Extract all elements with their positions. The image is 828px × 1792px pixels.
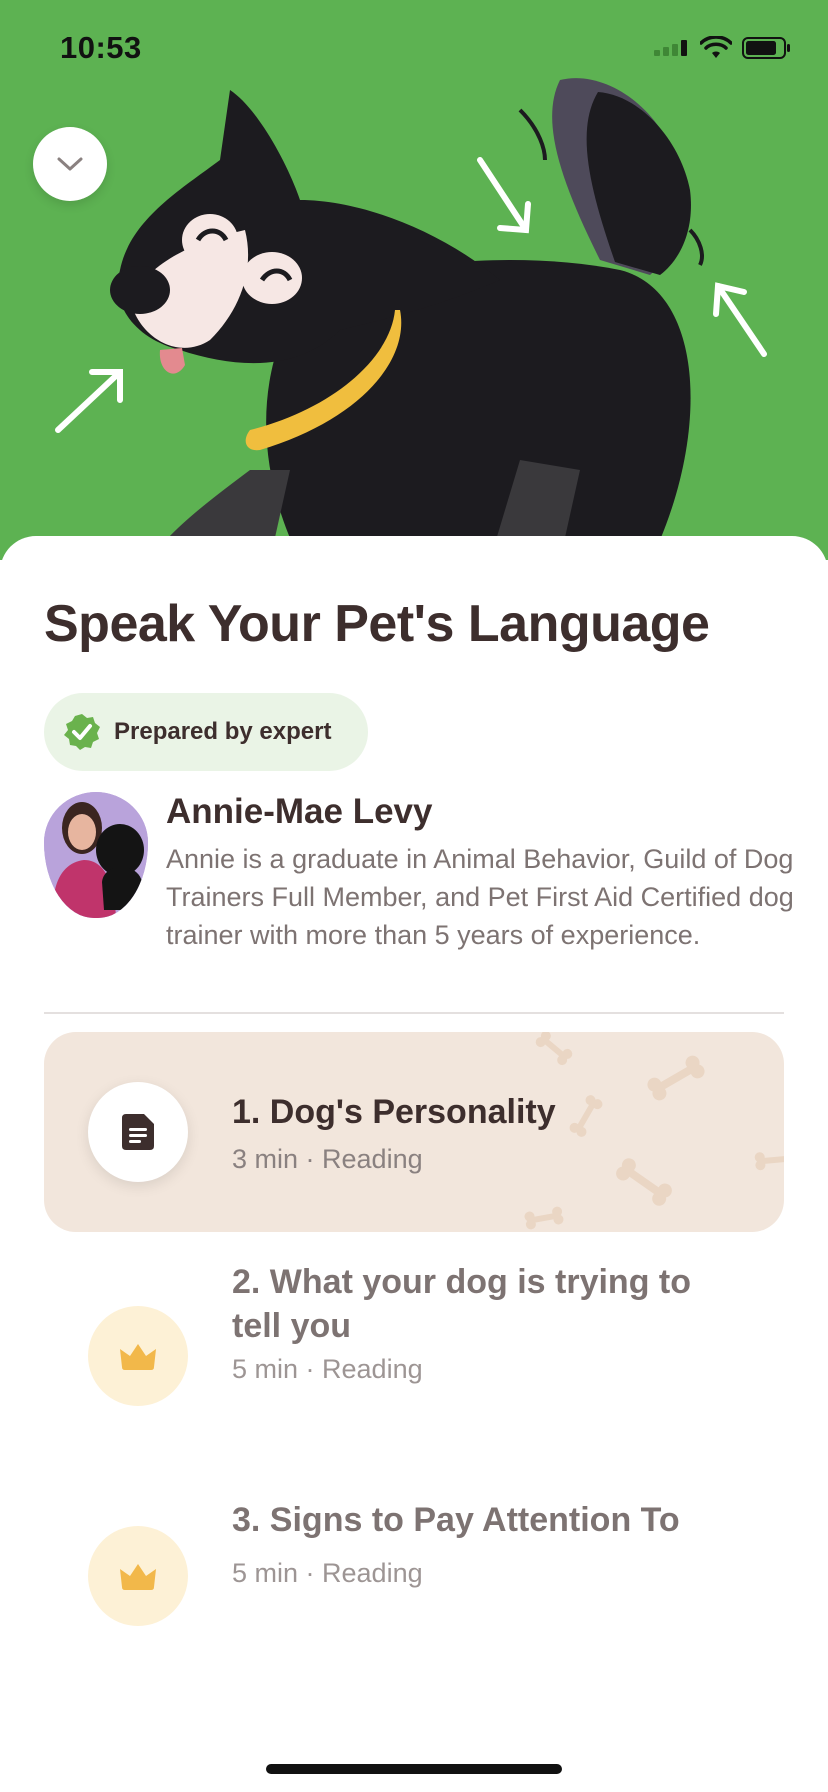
verified-check-icon (64, 714, 100, 750)
crown-icon (120, 1344, 156, 1370)
expert-badge-label: Prepared by expert (114, 718, 332, 745)
status-icons (654, 36, 792, 60)
course-title: Speak Your Pet's Language (44, 595, 710, 653)
course-sheet: Speak Your Pet's Language Prepared by ex… (0, 536, 828, 1792)
battery-icon (742, 37, 790, 59)
lesson-title: 1. Dog's Personality (232, 1093, 556, 1131)
lesson-item-signs-to-pay-attention-to[interactable]: 3. Signs to Pay Attention To 5 min · Rea… (44, 1476, 784, 1676)
hero-banner: 10:53 (0, 0, 828, 560)
document-icon (122, 1114, 154, 1150)
lesson-item-what-your-dog-is-trying-to-tell-you[interactable]: 2. What your dog is trying to tell you 5… (44, 1256, 784, 1456)
lesson-title: 2. What your dog is trying to tell you (232, 1263, 691, 1345)
expert-badge: Prepared by expert (44, 693, 368, 771)
author-photo-image (44, 792, 148, 918)
lesson-item-dogs-personality[interactable]: 1. Dog's Personality 3 min · Reading (44, 1032, 784, 1232)
lesson-icon (88, 1306, 188, 1406)
chevron-down-icon (57, 157, 83, 171)
lesson-title: 3. Signs to Pay Attention To (232, 1501, 680, 1539)
lesson-icon (88, 1526, 188, 1626)
author-avatar (44, 792, 148, 918)
home-indicator[interactable] (266, 1764, 562, 1774)
author-name: Annie-Mae Levy (166, 792, 433, 831)
status-bar: 10:53 (0, 0, 828, 96)
wifi-icon (700, 36, 732, 58)
author-bio: Annie is a graduate in Animal Behavior, … (166, 844, 794, 950)
lesson-meta: 3 min · Reading (232, 1144, 423, 1174)
crown-icon (120, 1564, 156, 1590)
lesson-meta: 5 min · Reading (232, 1354, 423, 1384)
status-time: 10:53 (60, 30, 142, 65)
divider (44, 1012, 784, 1014)
lesson-icon (88, 1082, 188, 1182)
signal-icon (654, 40, 687, 56)
collapse-button[interactable] (33, 127, 107, 201)
lesson-meta: 5 min · Reading (232, 1558, 423, 1588)
